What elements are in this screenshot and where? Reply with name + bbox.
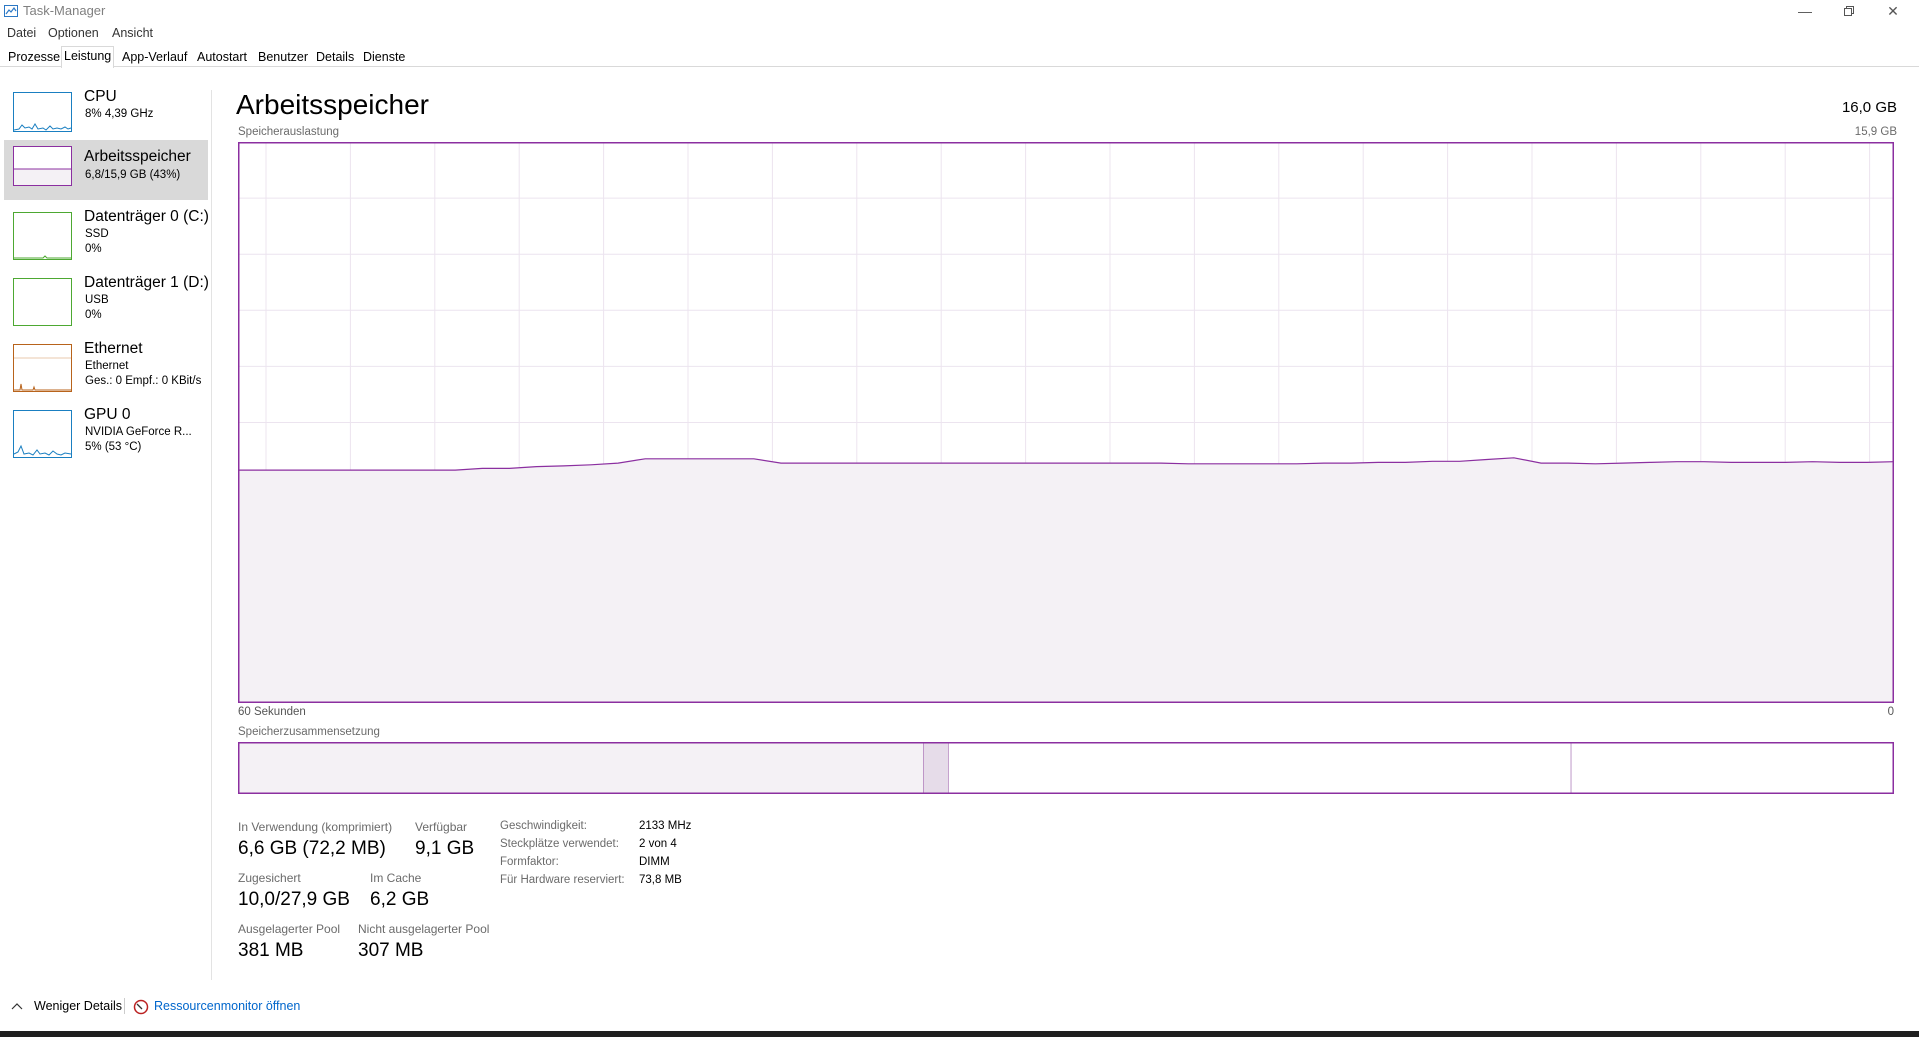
sidebar-item-title: Arbeitsspeicher	[84, 148, 191, 165]
committed-label: Zugesichert	[238, 871, 301, 885]
sidebar-divider	[211, 90, 212, 980]
sidebar-item-detail: SSD	[85, 228, 109, 240]
tab-benutzer[interactable]: Benutzer	[256, 48, 310, 66]
task-manager-icon	[4, 5, 18, 17]
disk-thumbnail-graph	[13, 278, 72, 326]
sidebar-item-gpu-0[interactable]: GPU 0 NVIDIA GeForce R... 5% (53 °C)	[4, 404, 208, 464]
tab-strip-divider	[0, 66, 1919, 67]
composition-segment	[948, 742, 1572, 794]
paged-pool-value: 381 MB	[238, 940, 304, 961]
menu-ansicht[interactable]: Ansicht	[112, 24, 153, 42]
menu-datei[interactable]: Datei	[7, 24, 36, 42]
speed-value: 2133 MHz	[639, 820, 692, 832]
hardware-reserved-label: Für Hardware reserviert:	[500, 874, 625, 886]
sidebar-item-detail: 8% 4,39 GHz	[85, 108, 154, 120]
window-title: Task-Manager	[23, 3, 106, 18]
open-resource-monitor-link[interactable]: Ressourcenmonitor öffnen	[154, 999, 300, 1013]
page-title: Arbeitsspeicher	[236, 89, 429, 120]
sidebar-item-ethernet[interactable]: Ethernet Ethernet Ges.: 0 Empf.: 0 KBit/…	[4, 338, 208, 398]
nonpaged-pool-value: 307 MB	[358, 940, 424, 961]
composition-label: Speicherzusammensetzung	[238, 726, 380, 738]
minimize-icon[interactable]: —	[1782, 0, 1828, 22]
in-use-label: In Verwendung (komprimiert)	[238, 820, 393, 834]
total-memory: 16,0 GB	[1841, 99, 1897, 116]
disk-thumbnail-graph	[13, 212, 72, 260]
available-label: Verfügbar	[415, 820, 468, 834]
menu-optionen[interactable]: Optionen	[48, 24, 99, 42]
sidebar-item-detail: USB	[85, 294, 109, 306]
sidebar-item-title: Ethernet	[84, 340, 143, 357]
resource-monitor-icon[interactable]	[133, 999, 149, 1015]
time-axis-end: 0	[1887, 706, 1894, 718]
sidebar-item-detail: 0%	[85, 309, 102, 321]
sidebar-item-detail: 6,8/15,9 GB (43%)	[85, 169, 181, 181]
sidebar-item-detail: Ethernet	[85, 360, 129, 372]
tab-app-verlauf[interactable]: App-Verlauf	[120, 48, 189, 66]
composition-segment	[238, 742, 924, 794]
memory-usage-chart	[238, 142, 1894, 703]
committed-value: 10,0/27,9 GB	[238, 889, 350, 910]
footer-divider	[124, 998, 125, 1014]
available-value: 9,1 GB	[415, 838, 475, 859]
slots-label: Steckplätze verwendet:	[500, 838, 619, 850]
cpu-thumbnail-graph	[13, 92, 72, 132]
tab-autostart[interactable]: Autostart	[195, 48, 249, 66]
sidebar-item-datentraeger-0[interactable]: Datenträger 0 (C:) SSD 0%	[4, 206, 209, 266]
composition-segment	[923, 742, 949, 794]
sidebar-item-datentraeger-1[interactable]: Datenträger 1 (D:) USB 0%	[4, 272, 209, 332]
close-icon[interactable]: ✕	[1870, 0, 1916, 22]
sidebar-item-detail: 5% (53 °C)	[85, 441, 142, 453]
paged-pool-label: Ausgelagerter Pool	[238, 922, 341, 936]
composition-segment	[1570, 742, 1894, 794]
time-axis-start: 60 Sekunden	[238, 706, 306, 718]
tab-details[interactable]: Details	[314, 48, 356, 66]
usage-chart-label: Speicherauslastung	[238, 126, 340, 138]
tab-leistung[interactable]: Leistung	[61, 46, 115, 68]
restore-icon[interactable]	[1826, 0, 1872, 22]
sidebar-item-title: Datenträger 0 (C:)	[84, 208, 209, 225]
in-use-value: 6,6 GB (72,2 MB)	[238, 838, 386, 859]
cached-value: 6,2 GB	[370, 889, 430, 910]
slots-value: 2 von 4	[639, 838, 677, 850]
sidebar-item-arbeitsspeicher[interactable]: Arbeitsspeicher 6,8/15,9 GB (43%)	[4, 140, 208, 200]
memory-composition-bar	[238, 742, 1894, 794]
fewer-details-button[interactable]: Weniger Details	[34, 999, 122, 1013]
sidebar-item-title: GPU 0	[84, 406, 131, 423]
ethernet-thumbnail-graph	[13, 344, 72, 392]
nonpaged-pool-label: Nicht ausgelagerter Pool	[358, 922, 490, 936]
taskbar-edge	[0, 1031, 1919, 1037]
gpu-thumbnail-graph	[13, 410, 72, 458]
form-factor-value: DIMM	[639, 856, 670, 868]
sidebar-item-detail: 0%	[85, 243, 102, 255]
cached-label: Im Cache	[370, 871, 422, 885]
hardware-reserved-value: 73,8 MB	[639, 874, 682, 886]
chevron-up-icon[interactable]	[11, 1002, 23, 1010]
speed-label: Geschwindigkeit:	[500, 820, 587, 832]
sidebar-item-cpu[interactable]: CPU 8% 4,39 GHz	[4, 86, 208, 146]
tab-dienste[interactable]: Dienste	[361, 48, 407, 66]
sidebar-item-detail: NVIDIA GeForce R...	[85, 426, 192, 438]
sidebar-item-detail: Ges.: 0 Empf.: 0 KBit/s	[85, 375, 202, 387]
sidebar-item-title: Datenträger 1 (D:)	[84, 274, 209, 291]
sidebar-item-title: CPU	[84, 88, 117, 105]
memory-usage-area	[238, 457, 1894, 703]
memory-thumbnail-graph	[13, 146, 72, 186]
form-factor-label: Formfaktor:	[500, 856, 559, 868]
tab-prozesse[interactable]: Prozesse	[6, 48, 62, 66]
title-bar	[0, 0, 1919, 24]
usage-chart-max: 15,9 GB	[1854, 126, 1897, 138]
